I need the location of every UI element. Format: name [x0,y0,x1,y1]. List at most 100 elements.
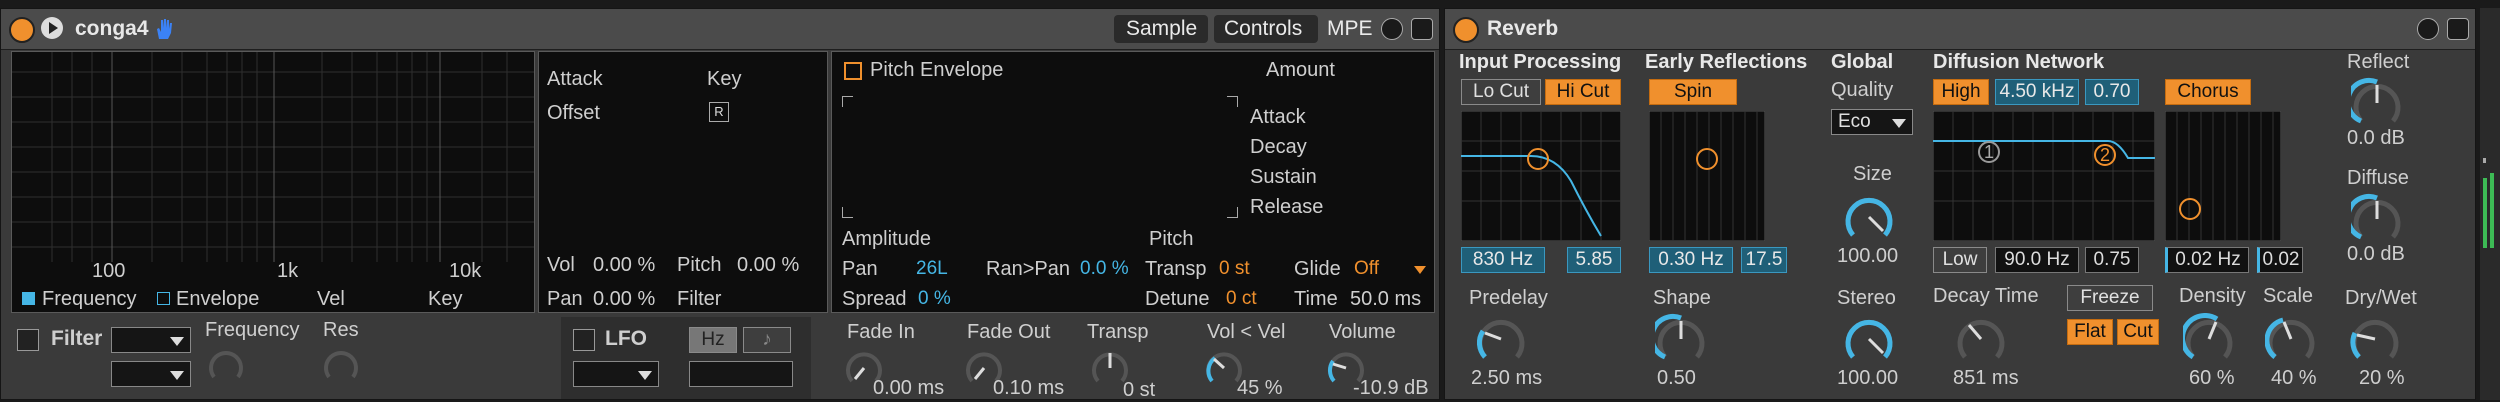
tab-sample[interactable]: Sample [1114,15,1208,43]
play-icon [49,22,58,34]
filter-type-dropdown[interactable] [111,327,191,353]
tab-controls-label: Controls [1224,17,1303,40]
diffuse-knob[interactable] [2351,193,2403,245]
ranpan-label: Ran>Pan [986,258,1070,280]
volume-value[interactable]: -10.9 dB [1353,377,1429,400]
diffusion-point-1[interactable]: 1 [1984,142,1994,163]
chorus-display[interactable] [2165,111,2281,241]
diffuse-value[interactable]: 0.0 dB [2347,243,2405,266]
transp-value[interactable]: 0 st [1219,258,1250,280]
device-activator-button[interactable] [9,17,35,43]
freq-label-100: 100 [92,260,126,282]
transp-knob-value[interactable]: 0 st [1123,379,1155,402]
density-knob[interactable] [2183,313,2235,365]
pitch-envelope-checkbox[interactable] [844,62,862,80]
size-value[interactable]: 100.00 [1837,245,1898,268]
fold-button[interactable] [41,17,63,39]
retrigger-button[interactable]: R [709,102,729,122]
dry-wet-value[interactable]: 20 % [2359,367,2405,390]
flat-button[interactable]: Flat [2067,319,2113,345]
glide-dropdown-arrow[interactable] [1414,266,1426,274]
spread-label: Spread [842,288,907,310]
scale-knob[interactable] [2265,313,2317,365]
filter-checkbox[interactable] [17,329,39,351]
spin-amount-field[interactable]: 17.5 [1741,247,1787,273]
envelope-legend[interactable]: Envelope [176,288,259,311]
stereo-knob[interactable] [1843,313,1895,365]
tab-controls[interactable]: Controls [1214,15,1318,43]
decay-time-knob[interactable] [1955,313,2007,365]
high-button[interactable]: High [1933,79,1989,105]
low-val-field[interactable]: 0.75 [2085,247,2139,273]
pan-value[interactable]: 26L [916,258,948,280]
shape-knob[interactable] [1655,313,1707,365]
shape-value[interactable]: 0.50 [1657,367,1696,390]
vol-value[interactable]: 0.00 % [593,254,655,277]
hotswap-icon[interactable] [1381,18,1403,40]
filter-graph[interactable] [12,52,534,262]
input-filter-display[interactable] [1461,111,1621,241]
detune-value[interactable]: 0 ct [1226,288,1257,310]
frequency-legend[interactable]: Frequency [42,288,137,311]
time-value[interactable]: 50.0 ms [1350,288,1421,311]
scale-value[interactable]: 40 % [2271,367,2317,390]
save-preset-icon[interactable] [1411,18,1433,40]
envelope-display[interactable] [842,96,1238,218]
filter-slope-dropdown[interactable] [111,361,191,387]
spread-value[interactable]: 0 % [918,288,951,310]
chorus-rate-field[interactable]: 0.02 Hz [2165,247,2249,273]
dry-wet-knob[interactable] [2349,313,2401,365]
spin-button[interactable]: Spin [1649,79,1737,105]
key-legend[interactable]: Key [428,288,462,311]
predelay-value[interactable]: 2.50 ms [1471,367,1542,390]
fade-out-value[interactable]: 0.10 ms [993,377,1064,400]
pitch-section-label: Pitch [1149,228,1194,250]
vol-vel-label: Vol < Vel [1207,321,1286,343]
high-val-field[interactable]: 0.70 [2085,79,2139,105]
spin-rate-field[interactable]: 0.30 Hz [1649,247,1733,273]
fade-in-value[interactable]: 0.00 ms [873,377,944,400]
lfo-checkbox[interactable] [573,329,595,351]
vol-vel-value[interactable]: 45 % [1237,377,1283,400]
lfo-sync-button[interactable]: ♪ [743,327,791,353]
density-value[interactable]: 60 % [2189,367,2235,390]
pitch-mod-value[interactable]: 0.00 % [737,254,799,277]
hicut-button[interactable]: Hi Cut [1545,79,1621,105]
glide-value[interactable]: Off [1354,258,1379,280]
detune-label: Detune [1145,288,1210,310]
reflect-value[interactable]: 0.0 dB [2347,127,2405,150]
reflect-knob[interactable] [2351,77,2403,129]
vel-legend[interactable]: Vel [317,288,345,311]
low-button[interactable]: Low [1933,247,1987,273]
quality-dropdown[interactable]: Eco [1831,109,1913,135]
cut-button[interactable]: Cut [2117,319,2159,345]
res-knob[interactable] [323,347,359,383]
pan-label: Pan [842,258,878,280]
reverb-save-icon[interactable] [2447,18,2469,40]
freeze-button[interactable]: Freeze [2067,285,2153,311]
locut-button[interactable]: Lo Cut [1461,79,1541,105]
diffusion-point-2[interactable]: 2 [2100,145,2110,166]
diffusion-display[interactable] [1933,111,2155,241]
low-freq-field[interactable]: 90.0 Hz [1995,247,2079,273]
lfo-hz-button[interactable]: Hz [689,327,737,353]
frequency-label: Frequency [205,319,300,341]
early-reflections-display[interactable] [1649,111,1765,241]
chorus-button[interactable]: Chorus [2165,79,2251,105]
chorus-amount-field[interactable]: 0.02 [2257,247,2303,273]
lfo-rate-field[interactable] [689,361,793,387]
high-freq-field[interactable]: 4.50 kHz [1995,79,2079,105]
reverb-activator-button[interactable] [1453,17,1479,43]
size-knob[interactable] [1843,191,1895,243]
decay-time-value[interactable]: 851 ms [1953,367,2019,390]
input-freq-field[interactable]: 830 Hz [1461,247,1545,273]
tab-mpe[interactable]: MPE [1327,17,1373,41]
ranpan-value[interactable]: 0.0 % [1080,258,1129,280]
stereo-value[interactable]: 100.00 [1837,367,1898,390]
pan-mod-value[interactable]: 0.00 % [593,288,655,311]
reverb-hotswap-icon[interactable] [2417,18,2439,40]
lfo-shape-dropdown[interactable] [573,361,659,387]
predelay-knob[interactable] [1475,313,1527,365]
input-q-field[interactable]: 5.85 [1567,247,1621,273]
frequency-knob[interactable] [208,347,244,383]
